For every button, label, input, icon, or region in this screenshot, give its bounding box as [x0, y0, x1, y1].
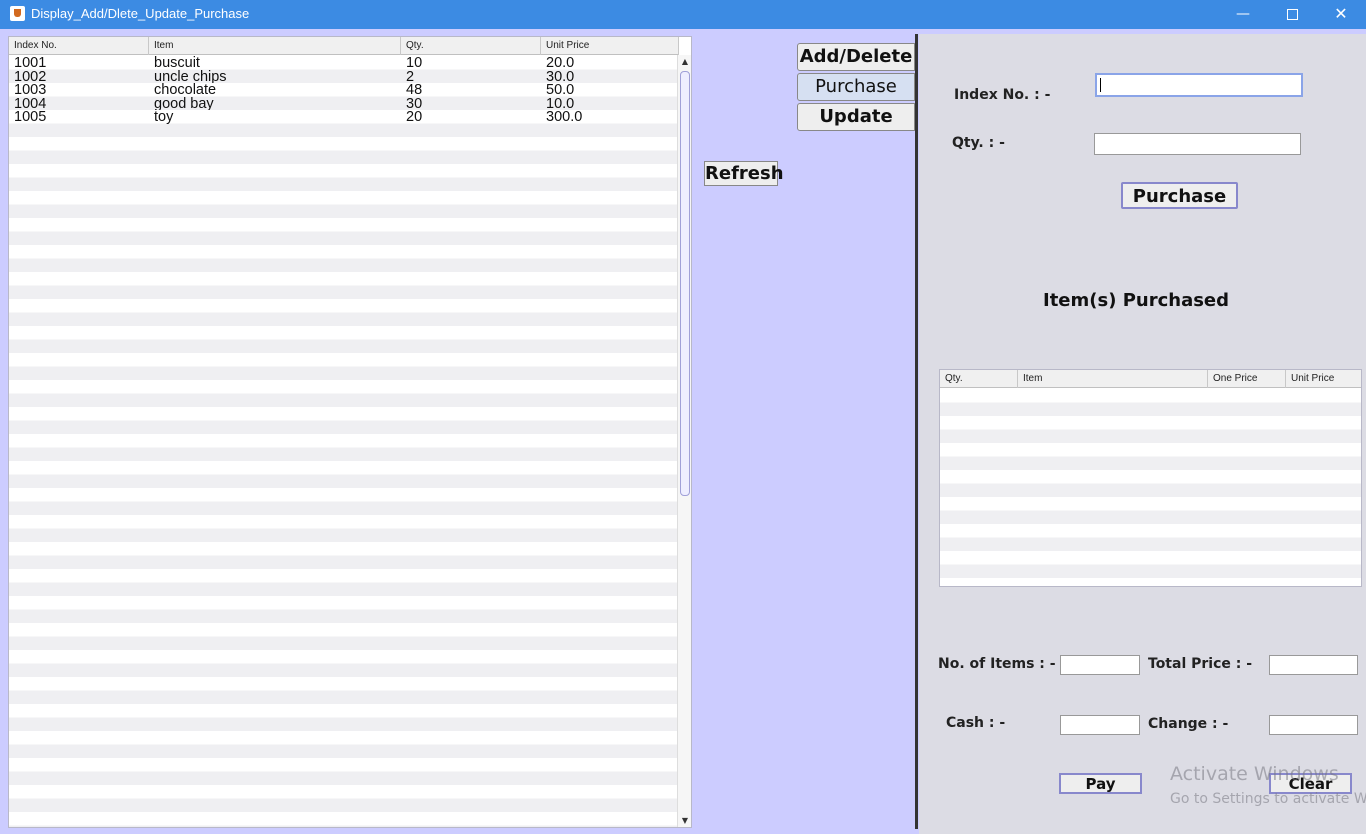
refresh-button[interactable]: Refresh — [704, 161, 784, 186]
index-no-input[interactable] — [1095, 73, 1303, 97]
qty-input[interactable] — [1094, 133, 1301, 155]
cell-unit-price: 10.0 — [546, 96, 575, 111]
no-of-items-label: No. of Items : - — [938, 656, 1056, 672]
table-row[interactable]: 1003 chocolate 48 50.0 — [9, 83, 679, 97]
maximize-button[interactable] — [1268, 0, 1316, 29]
column-header-item[interactable]: Item — [149, 37, 401, 55]
index-no-label: Index No. : - — [954, 87, 1051, 103]
scrollbar-thumb[interactable] — [680, 71, 690, 496]
no-of-items-field[interactable] — [1060, 655, 1140, 675]
change-label: Change : - — [1148, 716, 1229, 732]
pay-button[interactable]: Pay — [1059, 773, 1142, 794]
title-bar: Display_Add/Dlete_Update_Purchase — ✕ — [0, 0, 1366, 29]
window-title: Display_Add/Dlete_Update_Purchase — [31, 6, 250, 21]
cell-index: 1005 — [14, 110, 47, 124]
column-header-one-price[interactable]: One Price — [1208, 370, 1286, 388]
minimize-button[interactable]: — — [1219, 0, 1267, 29]
purchased-items-table[interactable]: Qty. Item One Price Unit Price — [939, 369, 1362, 587]
table-row[interactable]: 1002 uncle chips 2 30.0 — [9, 70, 679, 84]
change-field[interactable] — [1269, 715, 1358, 735]
column-header-unit-price[interactable]: Unit Price — [1286, 370, 1361, 388]
cell-item: good bay — [154, 96, 214, 111]
total-price-field[interactable] — [1269, 655, 1358, 675]
panel-divider — [915, 34, 918, 829]
cell-item: toy — [154, 110, 174, 124]
activate-windows-subtext: Go to Settings to activate Windows. — [1170, 791, 1366, 807]
cash-field[interactable] — [1060, 715, 1140, 735]
cell-qty: 10 — [406, 56, 423, 70]
purchase-button[interactable]: Purchase — [1121, 182, 1238, 209]
cell-qty: 30 — [406, 96, 423, 111]
close-button[interactable]: ✕ — [1317, 0, 1365, 29]
tab-add-delete[interactable]: Add/Delete — [797, 43, 915, 71]
cell-item: chocolate — [154, 83, 217, 97]
qty-label: Qty. : - — [952, 135, 1005, 151]
cell-unit-price: 20.0 — [546, 56, 575, 70]
purchased-table-body — [940, 389, 1361, 586]
cell-item: buscuit — [154, 56, 200, 70]
column-header-item[interactable]: Item — [1018, 370, 1208, 388]
cell-index: 1002 — [14, 69, 47, 84]
cell-unit-price: 300.0 — [546, 110, 583, 124]
table-row[interactable]: 1001 buscuit 10 20.0 — [9, 56, 679, 70]
cash-label: Cash : - — [946, 715, 1006, 731]
scroll-down-arrow-icon[interactable]: ▼ — [680, 816, 690, 825]
cell-qty: 48 — [406, 83, 423, 97]
inventory-table[interactable]: Index No. Item Qty. Unit Price 1001 busc… — [8, 36, 692, 828]
purchased-table-header: Qty. Item One Price Unit Price — [940, 370, 1361, 388]
scroll-up-arrow-icon[interactable]: ▲ — [680, 57, 690, 66]
cell-index: 1004 — [14, 96, 47, 111]
cell-item: uncle chips — [154, 69, 227, 84]
items-purchased-title: Item(s) Purchased — [1043, 290, 1230, 311]
tab-update[interactable]: Update — [797, 103, 915, 131]
column-header-index[interactable]: Index No. — [9, 37, 149, 55]
cell-qty: 20 — [406, 110, 423, 124]
inventory-table-header: Index No. Item Qty. Unit Price — [9, 37, 679, 55]
java-app-icon — [10, 6, 25, 21]
activate-windows-watermark: Activate Windows — [1170, 763, 1339, 785]
inventory-table-body: 1001 buscuit 10 20.0 1002 uncle chips 2 … — [9, 56, 679, 827]
cell-index: 1001 — [14, 56, 47, 70]
tab-purchase[interactable]: Purchase — [797, 73, 915, 101]
column-header-unit-price[interactable]: Unit Price — [541, 37, 679, 55]
vertical-scrollbar[interactable]: ▲ ▼ — [677, 55, 691, 827]
cell-index: 1003 — [14, 83, 47, 97]
cell-qty: 2 — [406, 69, 415, 84]
table-row[interactable]: 1004 good bay 30 10.0 — [9, 97, 679, 111]
maximize-icon — [1286, 8, 1298, 20]
column-header-qty[interactable]: Qty. — [940, 370, 1018, 388]
cell-unit-price: 50.0 — [546, 83, 575, 97]
cell-unit-price: 30.0 — [546, 69, 575, 84]
text-caret — [1100, 78, 1101, 92]
total-price-label: Total Price : - — [1148, 656, 1253, 672]
column-header-qty[interactable]: Qty. — [401, 37, 541, 55]
table-row[interactable]: 1005 toy 20 300.0 — [9, 110, 679, 124]
